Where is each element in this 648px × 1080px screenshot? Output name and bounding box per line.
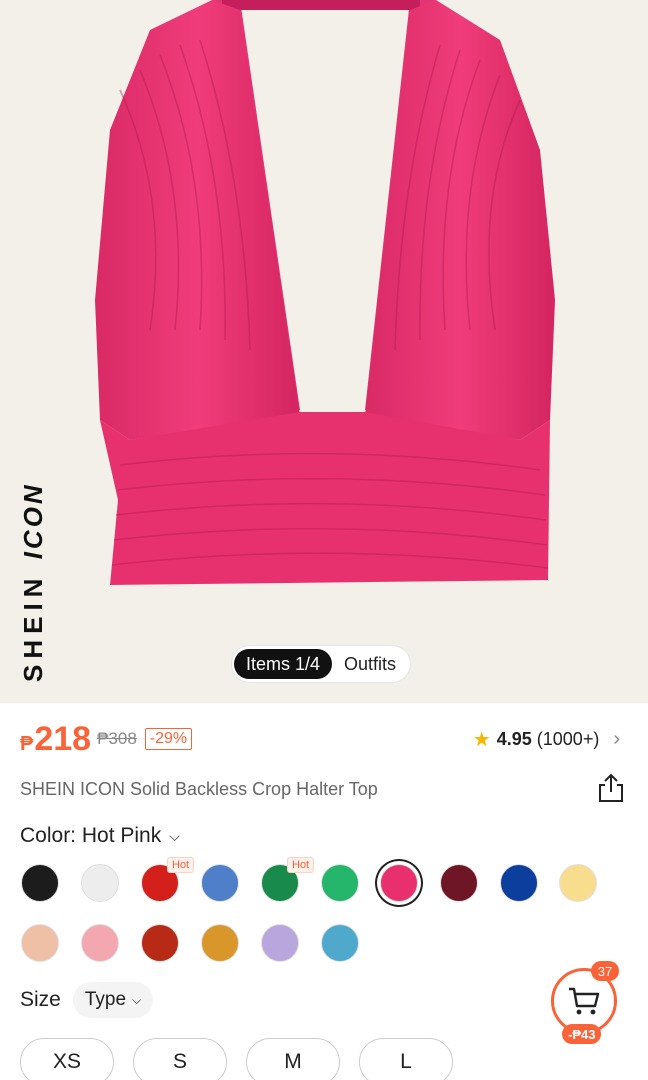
color-swatch-white[interactable] <box>81 864 119 902</box>
rating-score: 4.95 <box>496 729 532 749</box>
size-option-l[interactable]: L <box>359 1038 453 1080</box>
color-selector-label[interactable]: Color: Hot Pink ⌵ <box>20 824 180 848</box>
color-swatch-burgundy[interactable] <box>440 864 478 902</box>
image-pager: Items 1/4 Outfits <box>232 646 411 682</box>
hot-badge: Hot <box>287 857 315 873</box>
rating-link[interactable]: ★ 4.95 (1000+) › <box>473 727 620 752</box>
brand-logo: SHEIN ICON <box>18 482 48 682</box>
outfits-tab[interactable]: Outfits <box>332 649 408 679</box>
size-type-dropdown[interactable]: Type ⌵ <box>72 982 154 1018</box>
cart-discount-badge: -₱43 <box>562 1024 602 1044</box>
color-swatch-nude[interactable] <box>21 924 59 962</box>
rating-count: (1000+) <box>536 729 600 749</box>
title-row: SHEIN ICON Solid Backless Crop Halter To… <box>20 773 628 804</box>
hot-badge: Hot <box>167 857 195 873</box>
size-option-s[interactable]: S <box>133 1038 227 1080</box>
color-swatch-hot-pink[interactable] <box>380 864 418 902</box>
discount-badge: -29% <box>144 728 193 750</box>
color-swatch-black[interactable] <box>21 864 59 902</box>
color-swatch-lavender[interactable] <box>261 924 299 962</box>
size-option-m[interactable]: M <box>246 1038 340 1080</box>
size-label: Size <box>20 988 61 1011</box>
star-icon: ★ <box>472 729 491 751</box>
chevron-right-icon: › <box>613 728 620 750</box>
cart-icon <box>569 987 600 1015</box>
product-title: SHEIN ICON Solid Backless Crop Halter To… <box>20 779 378 799</box>
halter-top-illustration <box>95 0 555 585</box>
color-swatch-yellow[interactable] <box>559 864 597 902</box>
items-tab[interactable]: Items 1/4 <box>234 649 333 679</box>
color-swatch-royal-blue[interactable] <box>500 864 538 902</box>
color-swatch-light-green[interactable] <box>321 864 359 902</box>
color-swatch-mustard[interactable] <box>201 924 239 962</box>
color-swatch-light-pink[interactable] <box>81 924 119 962</box>
price-row: ₱ 218 ₱308 -29% ★ 4.95 (1000+) › <box>20 719 628 758</box>
size-option-xs[interactable]: XS <box>20 1038 114 1080</box>
color-swatch-rust[interactable] <box>141 924 179 962</box>
share-icon[interactable] <box>596 772 626 804</box>
size-row: Size Type ⌵ <box>20 982 154 1018</box>
chevron-down-icon: ⌵ <box>169 827 180 844</box>
color-swatch-sky-blue[interactable] <box>321 924 359 962</box>
chevron-down-icon: ⌵ <box>132 992 142 1007</box>
cart-count-badge: 37 <box>591 961 619 981</box>
product-image[interactable]: SHEIN ICON Items 1/4 Outfits <box>0 0 648 703</box>
current-price: ₱ 218 <box>20 719 92 758</box>
original-price: ₱308 <box>97 729 137 748</box>
color-swatch-blue[interactable] <box>201 864 239 902</box>
